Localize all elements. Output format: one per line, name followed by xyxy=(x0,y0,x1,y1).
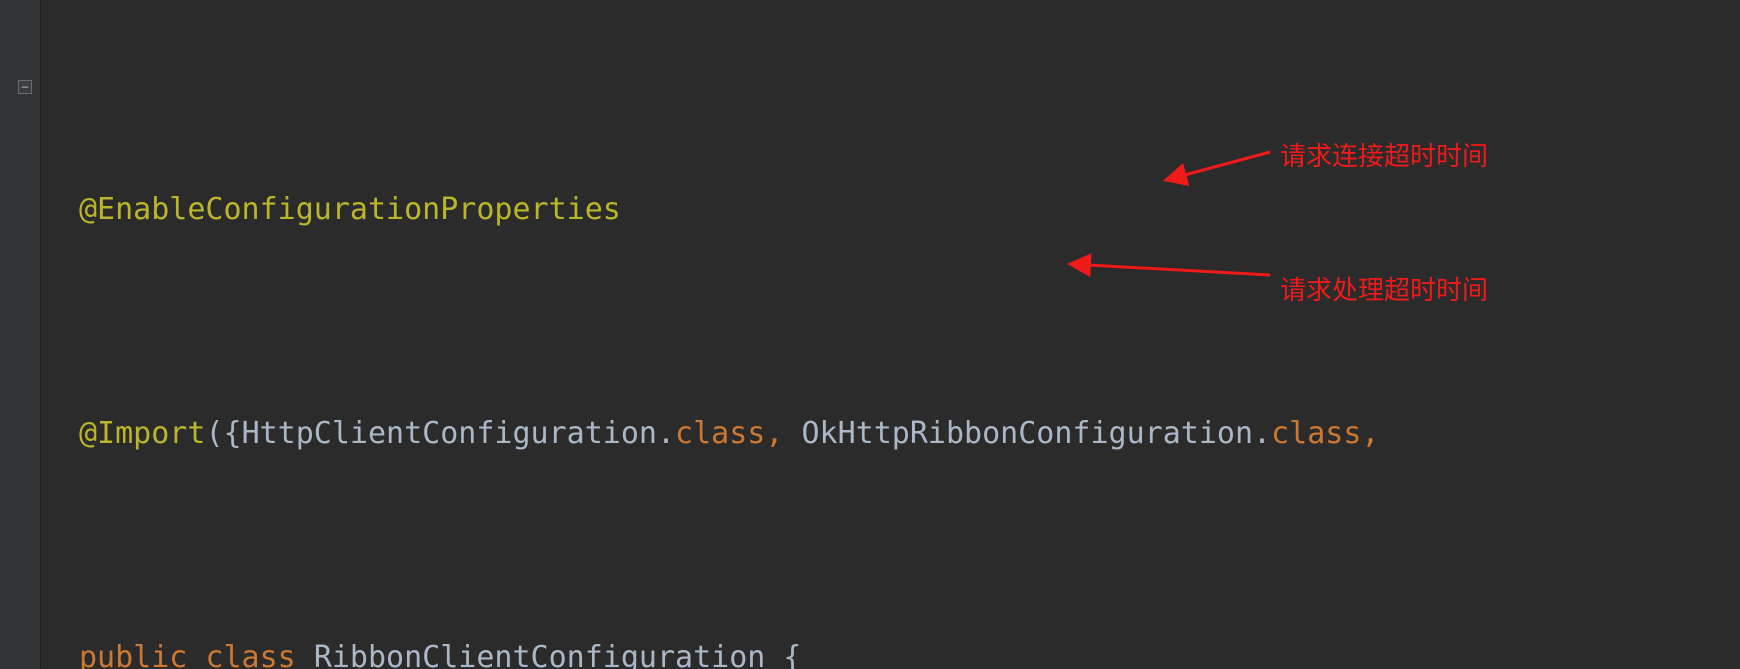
comma: , xyxy=(765,416,801,451)
fold-collapse-icon[interactable]: − xyxy=(18,80,32,94)
code-editor[interactable]: − @EnableConfigurationProperties @Import… xyxy=(0,0,1740,669)
comma: , xyxy=(1361,416,1379,451)
code-line[interactable]: @EnableConfigurationProperties xyxy=(52,182,1379,238)
brace: { xyxy=(783,640,801,669)
code-line[interactable]: public class RibbonClientConfiguration { xyxy=(52,630,1379,669)
keyword: class xyxy=(675,416,765,451)
annotation: @Import xyxy=(79,416,205,451)
keyword: class xyxy=(1271,416,1361,451)
dot: . xyxy=(657,416,675,451)
editor-gutter: − xyxy=(0,0,41,669)
keyword: class xyxy=(205,640,295,669)
code-line[interactable]: @Import({HttpClientConfiguration.class, … xyxy=(52,406,1379,462)
paren: ({ xyxy=(205,416,241,451)
class-name: RibbonClientConfiguration xyxy=(314,640,766,669)
annotation: @EnableConfigurationProperties xyxy=(79,192,621,227)
code-area[interactable]: @EnableConfigurationProperties @Import({… xyxy=(52,14,1379,669)
dot: . xyxy=(1253,416,1271,451)
class-ref: HttpClientConfiguration xyxy=(242,416,657,451)
class-ref: OkHttpRibbonConfiguration xyxy=(801,416,1253,451)
keyword: public xyxy=(79,640,187,669)
